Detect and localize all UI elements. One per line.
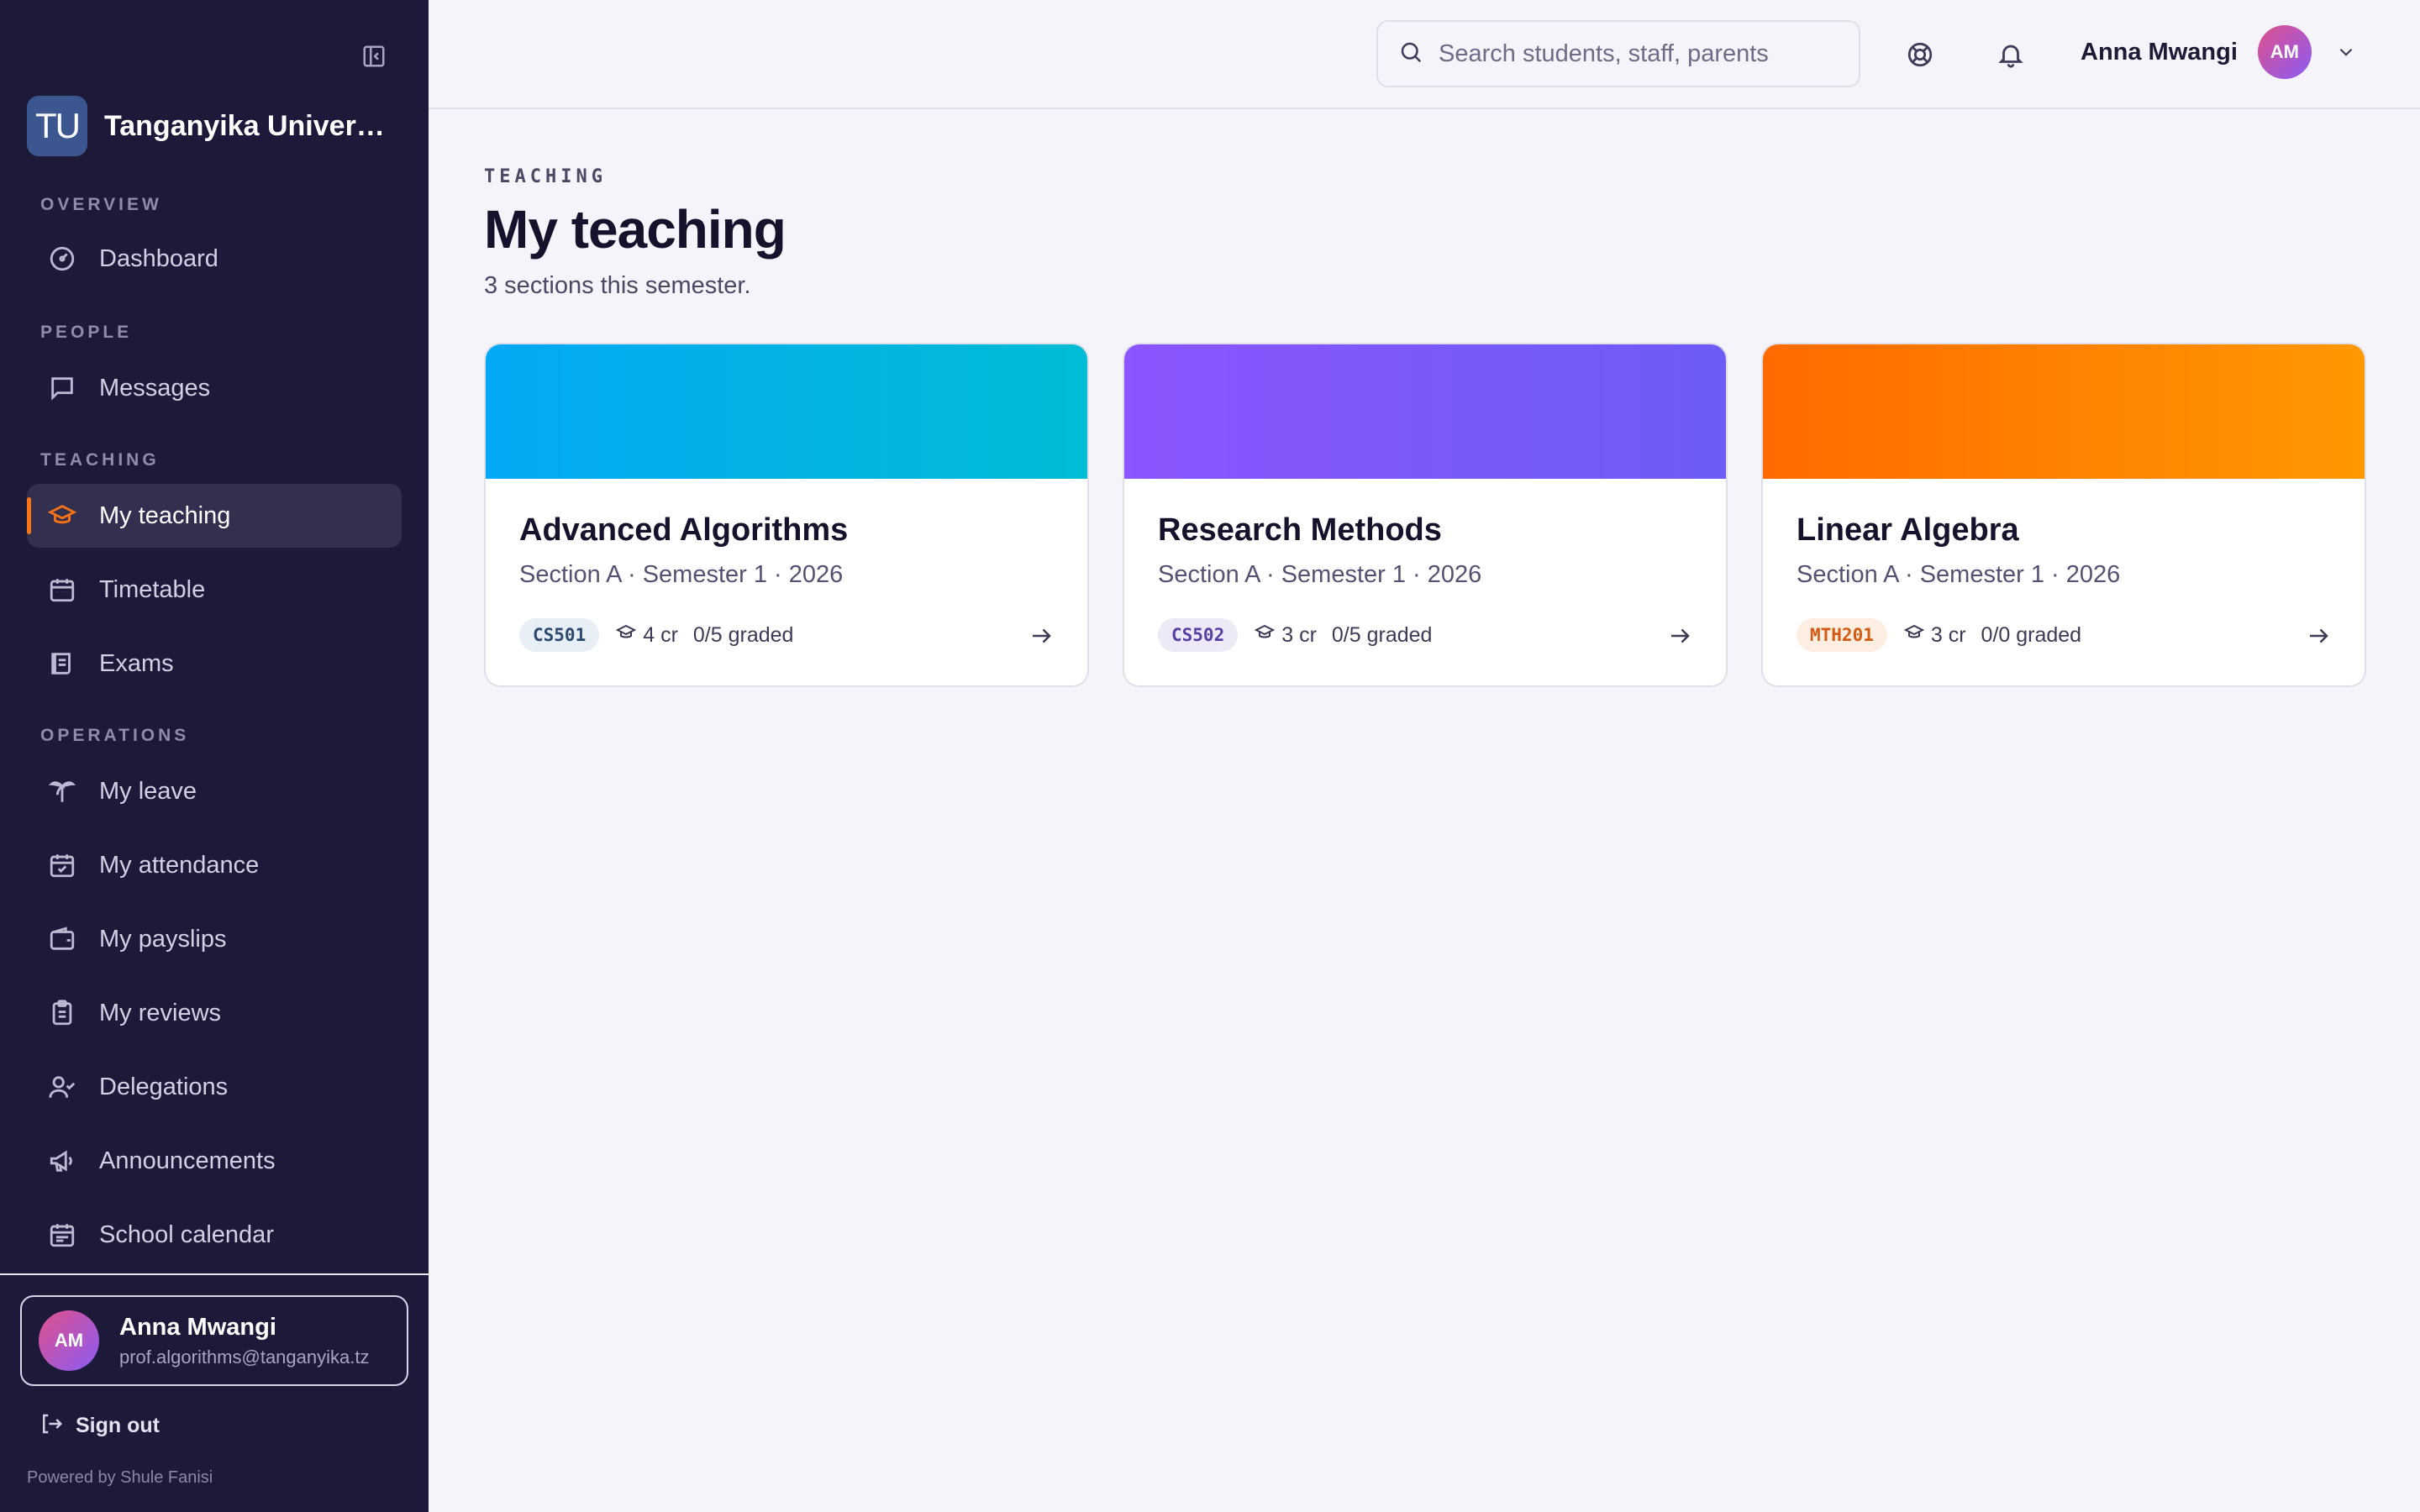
sidebar-item-my-attendance[interactable]: My attendance [27,833,402,897]
user-check-icon [47,1072,77,1102]
graduation-cap-icon [615,622,637,648]
arrow-right-icon[interactable] [2306,623,2331,648]
sidebar-item-label: Exams [99,649,174,677]
graduation-cap-icon [47,501,77,531]
search-input[interactable] [1439,39,1791,68]
credits-text: 3 cr [1281,622,1317,647]
sidebar-divider [0,1273,429,1275]
sidebar-item-school-calendar[interactable]: School calendar [27,1203,402,1267]
sidebar-item-delegations[interactable]: Delegations [27,1055,402,1119]
sidebar-item-dashboard[interactable]: Dashboard [27,227,402,291]
sidebar-item-label: My reviews [99,999,222,1026]
arrow-right-icon[interactable] [1667,623,1692,648]
message-icon [47,373,77,403]
topbar: Anna Mwangi AM [429,0,2420,109]
nav-section-teaching: TEACHING [40,450,160,470]
sidebar-item-label: School calendar [99,1221,274,1248]
page-eyebrow: TEACHING [484,166,607,187]
arrow-right-icon[interactable] [1028,623,1054,648]
course-code-badge: MTH201 [1797,618,1887,652]
sidebar-item-timetable[interactable]: Timetable [27,558,402,622]
gauge-icon [47,244,77,274]
sidebar-collapse-icon[interactable] [360,42,388,71]
top-user-name: Anna Mwangi [2081,38,2238,66]
brand[interactable]: TU Tanganyika University [27,96,398,156]
card-title: Advanced Algorithms [519,512,849,548]
sign-out-label: Sign out [76,1414,160,1437]
bell-icon[interactable] [1991,35,2030,74]
nav-section-people: PEOPLE [40,323,133,342]
user-name: Anna Mwangi [119,1313,276,1341]
course-card[interactable]: Advanced Algorithms Section A · Semester… [484,343,1089,687]
card-banner [1763,344,2365,479]
log-out-icon [39,1411,64,1441]
sign-out-button[interactable]: Sign out [39,1411,160,1441]
sidebar-item-my-payslips[interactable]: My payslips [27,907,402,971]
sidebar-item-announcements[interactable]: Announcements [27,1129,402,1193]
avatar: AM [39,1310,99,1371]
sidebar-item-my-teaching[interactable]: My teaching [27,484,402,548]
course-code-badge: CS501 [519,618,600,652]
nav-section-overview: OVERVIEW [40,195,162,214]
graduation-cap-icon [1254,622,1276,648]
card-subtitle: Section A · Semester 1 · 2026 [519,561,844,588]
palm-tree-icon [47,776,77,806]
page-title: My teaching [484,199,786,260]
page-subtitle: 3 sections this semester. [484,272,751,299]
scroll-icon [47,648,77,679]
calendar-check-icon [47,850,77,880]
card-title: Linear Algebra [1797,512,2019,548]
credits-text: 4 cr [643,622,678,647]
lifebuoy-icon[interactable] [1901,35,1939,74]
graded-text: 0/0 graded [1981,622,2082,647]
course-code-badge: CS502 [1158,618,1239,652]
card-subtitle: Section A · Semester 1 · 2026 [1158,561,1482,588]
search-icon [1398,39,1423,69]
sidebar-item-label: My payslips [99,925,227,953]
card-title: Research Methods [1158,512,1442,548]
sidebar-item-label: My teaching [99,501,231,529]
calendar-grid-icon [47,575,77,605]
user-menu[interactable]: Anna Mwangi AM [2081,25,2357,79]
wallet-icon [47,924,77,954]
card-subtitle: Section A · Semester 1 · 2026 [1797,561,2121,588]
sidebar-item-messages[interactable]: Messages [27,356,402,420]
brand-logo: TU [27,96,87,156]
sidebar-item-label: Messages [99,374,211,402]
sidebar-item-label: My attendance [99,851,260,879]
graded-text: 0/5 graded [1331,622,1433,647]
card-banner [1124,344,1726,479]
sidebar-item-label: Announcements [99,1147,276,1174]
sidebar-item-exams[interactable]: Exams [27,632,402,696]
megaphone-icon [47,1146,77,1176]
search-box[interactable] [1376,20,1860,87]
course-card[interactable]: Linear Algebra Section A · Semester 1 · … [1761,343,2366,687]
course-card[interactable]: Research Methods Section A · Semester 1 … [1123,343,1728,687]
brand-name: Tanganyika University [104,109,398,142]
graduation-cap-icon [1903,622,1925,648]
sidebar: TU Tanganyika University OVERVIEW Dashbo… [0,0,429,1512]
user-email: prof.algorithms@tanganyika.tz [119,1346,370,1368]
avatar: AM [2257,25,2312,79]
sidebar-user-card[interactable]: AM Anna Mwangi prof.algorithms@tanganyik… [20,1295,408,1386]
card-banner [486,344,1087,479]
sidebar-item-my-leave[interactable]: My leave [27,759,402,823]
powered-by: Powered by Shule Fanisi [27,1468,213,1487]
graded-text: 0/5 graded [692,622,794,647]
sidebar-item-label: Dashboard [99,244,218,272]
clipboard-list-icon [47,998,77,1028]
sidebar-item-my-reviews[interactable]: My reviews [27,981,402,1045]
sidebar-item-label: My leave [99,777,197,805]
nav-section-operations: OPERATIONS [40,726,190,745]
sidebar-item-label: Delegations [99,1073,229,1100]
sidebar-item-label: Timetable [99,575,206,603]
calendar-icon [47,1220,77,1250]
credits-text: 3 cr [1930,622,1966,647]
chevron-down-icon [2335,41,2357,63]
